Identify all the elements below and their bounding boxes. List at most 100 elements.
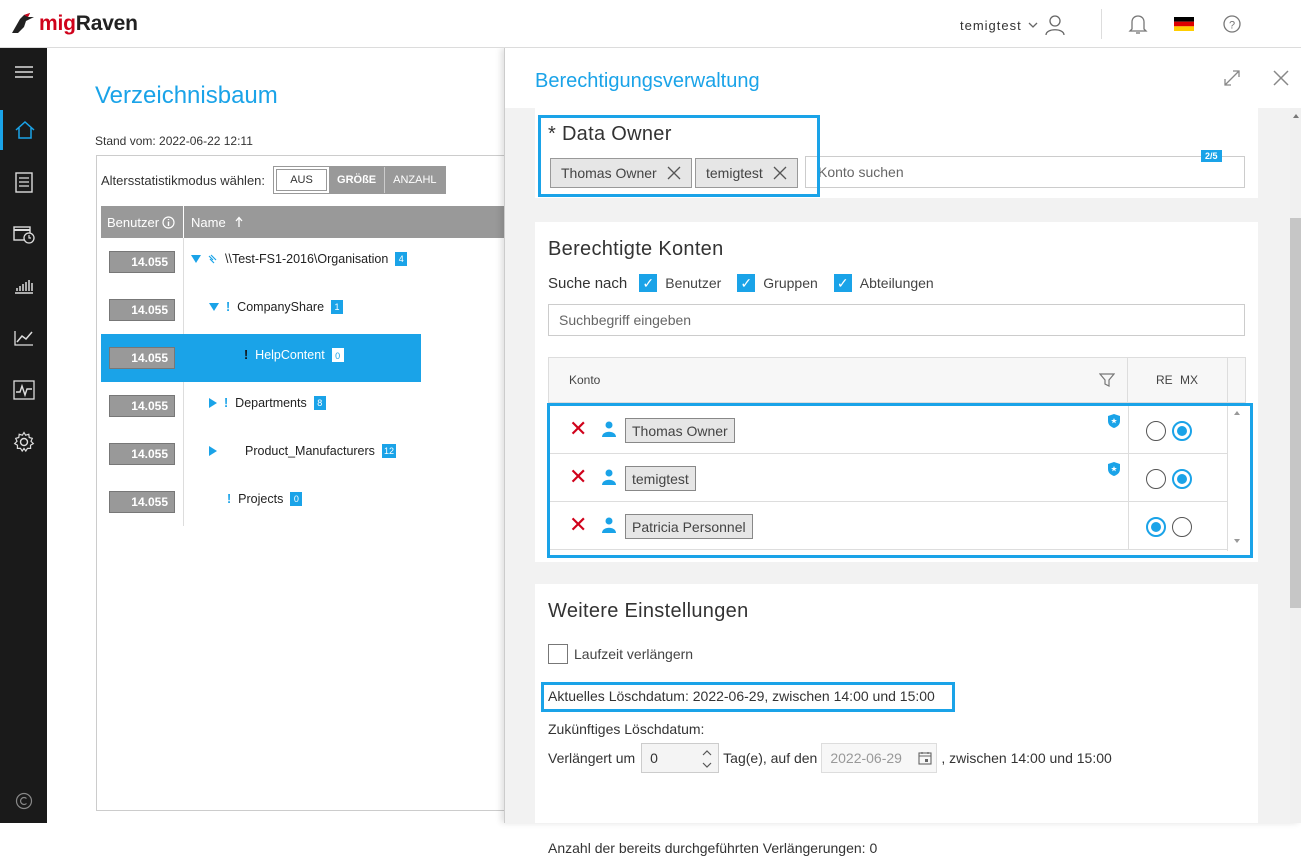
user-count-badge: 14.055 (109, 251, 175, 273)
date-value: 2022-06-29 (830, 750, 902, 766)
age-mode-groesse[interactable]: GRÖßE (329, 167, 385, 193)
close-icon[interactable] (1272, 69, 1290, 87)
extend-runtime-label: Laufzeit verlängern (574, 646, 694, 662)
drawer-header: Berechtigungsverwaltung (505, 48, 1301, 108)
extend-runtime-checkbox[interactable] (548, 644, 568, 664)
tree-row-selected[interactable]: 14.055 ! HelpContent 0 (101, 334, 517, 382)
days-stepper[interactable]: 0 (641, 743, 720, 773)
search-by-label: Suche nach (548, 274, 628, 292)
warning-exclamation-icon: ! (244, 348, 249, 362)
scheduled-task-icon[interactable] (0, 214, 47, 254)
info-icon[interactable] (162, 215, 175, 229)
owner-tag-label: temigtest (706, 165, 763, 181)
age-statistics-toggle[interactable]: AUS GRÖßE ANZAHL (273, 166, 446, 194)
user-count-badge: 14.055 (109, 443, 175, 465)
tree-row[interactable]: 14.055 Product_Manufacturers 12 (101, 430, 517, 478)
data-owner-card: Konto suchen 2/5 * Data Owner Thomas Own… (535, 108, 1258, 198)
line-chart-icon[interactable] (0, 318, 47, 358)
child-count-badge: 0 (331, 348, 344, 362)
activity-monitor-icon[interactable] (0, 370, 47, 410)
extend-runtime-row: Laufzeit verlängern (548, 644, 693, 664)
tree-node-label: Projects (238, 492, 284, 506)
tree-node-label: CompanyShare (237, 300, 325, 314)
further-settings-heading: Weitere Einstellungen (548, 600, 749, 622)
konto-search-placeholder: Konto suchen (818, 164, 904, 180)
col-re: RE (1156, 373, 1173, 387)
authorized-accounts-card: Berechtigte Konten Suche nach ✓ Benutzer… (535, 222, 1258, 562)
age-mode-anzahl[interactable]: ANZAHL (384, 167, 445, 193)
col-benutzer[interactable]: Benutzer (101, 206, 184, 238)
filter-label: Gruppen (763, 275, 818, 291)
tree-node-label: HelpContent (255, 348, 325, 362)
help-icon[interactable]: ? (1220, 12, 1244, 36)
tree-row[interactable]: 14.055 ! Projects 0 (101, 478, 517, 526)
checkbox-abteilungen[interactable]: ✓ (833, 274, 852, 292)
konto-search-input[interactable]: Konto suchen (805, 156, 1245, 188)
user-count-badge: 14.055 (109, 299, 175, 321)
app-logo[interactable]: migRaven (10, 10, 138, 38)
drawer-scrollbar[interactable] (1290, 108, 1301, 823)
account-search-input[interactable]: Suchbegriff eingeben (548, 304, 1245, 336)
notification-bell-icon[interactable] (1126, 12, 1150, 36)
user-count-badge: 14.055 (109, 395, 175, 417)
col-name-label: Name (191, 214, 226, 230)
tree-row[interactable]: 14.055 \\Test-FS1-2016\Organisation 4 (101, 238, 517, 286)
report-list-icon[interactable] (0, 162, 47, 202)
stepper-arrows-icon[interactable] (702, 748, 712, 770)
user-count-badge: 14.055 (109, 491, 175, 513)
calendar-icon[interactable] (918, 751, 932, 765)
expand-icon[interactable] (1223, 69, 1241, 87)
sidebar (0, 48, 47, 823)
settings-gear-icon[interactable] (0, 422, 47, 462)
search-filter-row: Suche nach ✓ Benutzer ✓ Gruppen ✓ Abteil… (548, 274, 934, 292)
remove-tag-icon[interactable] (667, 166, 681, 180)
top-bar: migRaven temigtest ? (0, 0, 1301, 48)
days-suffix: Tag(e), auf den (723, 750, 818, 766)
remove-tag-icon[interactable] (773, 166, 787, 180)
svg-text:?: ? (1229, 20, 1235, 32)
expand-down-icon[interactable] (209, 303, 219, 311)
checkbox-gruppen[interactable]: ✓ (737, 274, 756, 292)
col-name[interactable]: Name (191, 206, 244, 238)
tree-row[interactable]: 14.055 ! Departments 8 (101, 382, 517, 430)
checkbox-benutzer[interactable]: ✓ (639, 274, 658, 292)
child-count-badge: 4 (395, 252, 408, 266)
tree-node-label: \\Test-FS1-2016\Organisation (225, 252, 389, 266)
language-flag-de-icon[interactable] (1172, 12, 1196, 36)
app-name-suffix: Raven (75, 12, 138, 35)
expand-right-icon[interactable] (209, 446, 217, 456)
extend-by-label: Verlängert um (548, 750, 636, 766)
warning-exclamation-icon: ! (224, 396, 229, 410)
days-value: 0 (650, 750, 658, 766)
current-deletion-date-highlight: Aktuelles Löschdatum: 2022-06-29, zwisch… (541, 682, 955, 712)
further-settings-card: Weitere Einstellungen Laufzeit verlänger… (535, 584, 1258, 856)
raven-logo-icon (12, 13, 34, 33)
sort-ascending-icon (235, 216, 243, 227)
app-name-prefix: mig (39, 12, 76, 35)
menu-icon[interactable] (0, 52, 47, 92)
expand-down-icon[interactable] (191, 255, 201, 263)
filter-label: Benutzer (665, 275, 722, 291)
user-menu[interactable]: temigtest (960, 14, 1066, 36)
expand-right-icon[interactable] (209, 398, 217, 408)
owner-tag: Thomas Owner (550, 158, 692, 188)
age-statistics-label: Altersstatistikmodus wählen: (101, 172, 266, 188)
filter-label: Abteilungen (859, 275, 934, 291)
filter-icon[interactable] (1099, 372, 1115, 388)
copyright-icon (0, 781, 47, 821)
date-input[interactable]: 2022-06-29 (821, 743, 938, 773)
data-owner-counter: 2/5 (1201, 150, 1222, 162)
accounts-highlight (547, 403, 1253, 558)
tree-panel: Altersstatistikmodus wählen: AUS GRÖßE A… (96, 155, 517, 811)
tree-row[interactable]: 14.055 ! CompanyShare 1 (101, 286, 517, 334)
time-window: , zwischen 14:00 und 15:00 (941, 750, 1112, 766)
drawer-scroll-thumb[interactable] (1290, 218, 1301, 608)
bar-chart-icon[interactable] (0, 266, 47, 306)
page-title: Verzeichnisbaum (95, 82, 278, 109)
authorized-accounts-heading: Berechtigte Konten (548, 238, 724, 260)
drawer-title: Berechtigungsverwaltung (535, 70, 760, 92)
child-count-badge: 12 (381, 444, 396, 458)
home-icon[interactable] (0, 110, 47, 150)
age-mode-aus[interactable]: AUS (274, 167, 330, 193)
snapshot-date: Stand vom: 2022-06-22 12:11 (95, 134, 253, 148)
